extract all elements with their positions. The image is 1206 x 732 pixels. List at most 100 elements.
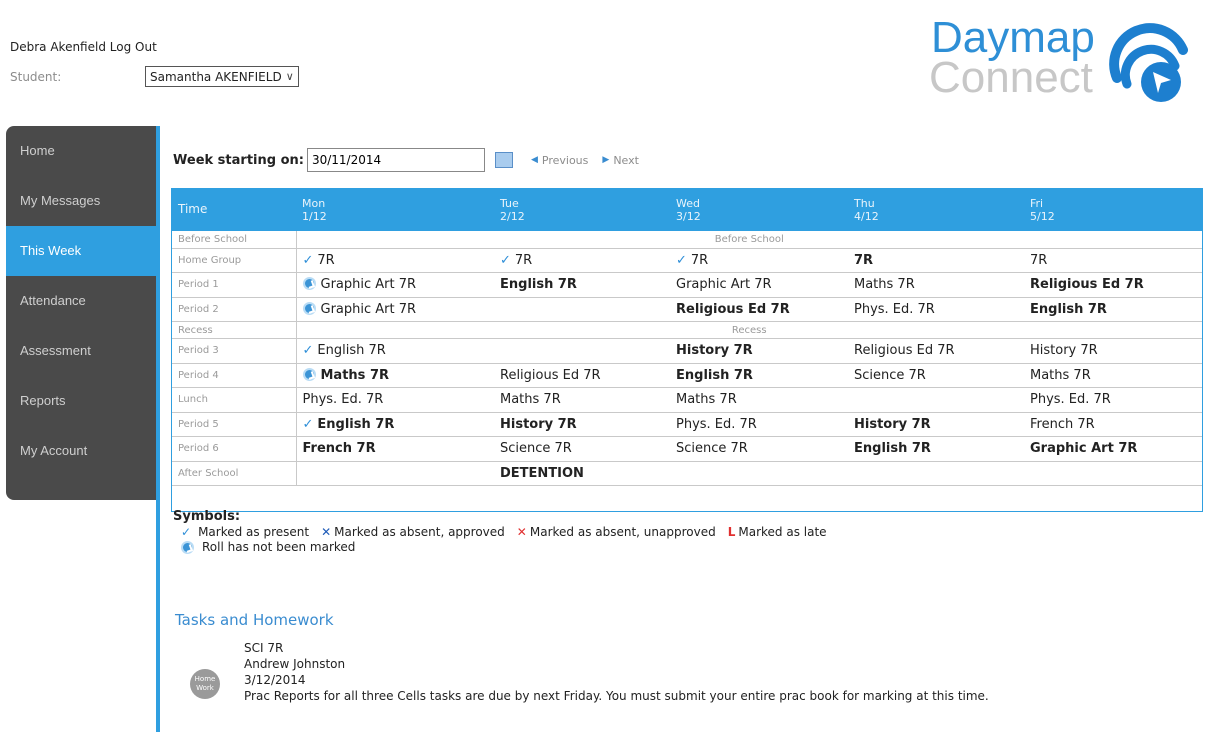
present-check-icon: ✓ bbox=[676, 252, 687, 268]
present-check-icon: ✓ bbox=[302, 252, 314, 268]
absent-unapproved-x-icon: ✕ bbox=[516, 525, 527, 539]
cell-fri[interactable]: English 7R bbox=[1024, 297, 1202, 322]
cell-fri[interactable]: 7R bbox=[1024, 248, 1202, 273]
sidebar-item-attendance[interactable]: Attendance bbox=[6, 276, 158, 326]
legend-absent-approved: ✕ Marked as absent, approved bbox=[321, 525, 505, 539]
table-row-recess: Recess Recess bbox=[172, 321, 1202, 339]
row-label: Period 6 bbox=[172, 436, 297, 462]
cell-tue[interactable]: English 7R bbox=[494, 272, 670, 298]
sidebar-item-my-account[interactable]: My Account bbox=[6, 426, 158, 476]
symbols-line-2: Roll has not been marked bbox=[181, 540, 839, 554]
roll-not-marked-icon bbox=[302, 367, 316, 381]
before-school-cell: Before School bbox=[296, 231, 1202, 249]
sidebar-item-home[interactable]: Home bbox=[6, 126, 158, 176]
symbols-legend: Symbols: ✓ Marked as present ✕ Marked as a… bbox=[173, 509, 839, 554]
cell-fri[interactable]: Phys. Ed. 7R bbox=[1024, 387, 1202, 413]
cell-mon[interactable]: ✓ English 7R bbox=[296, 338, 494, 364]
cell-mon[interactable]: ✓ English 7R bbox=[296, 412, 494, 437]
cell-wed[interactable]: Maths 7R bbox=[670, 387, 848, 413]
cell-fri[interactable]: Maths 7R bbox=[1024, 363, 1202, 388]
row-label: Home Group bbox=[172, 248, 297, 273]
table-row-home-group: Home Group ✓ 7R ✓ 7R ✓ 7R 7R 7R bbox=[172, 248, 1202, 273]
cell-wed[interactable]: Science 7R bbox=[670, 436, 848, 462]
cell-tue bbox=[494, 297, 670, 322]
arrow-right-icon: ▶ bbox=[602, 155, 610, 165]
cell-tue[interactable]: ✓ 7R bbox=[494, 248, 670, 273]
previous-week-link[interactable]: ◀ Previous bbox=[531, 154, 588, 167]
sidebar-item-reports[interactable]: Reports bbox=[6, 376, 158, 426]
task-description: Prac Reports for all three Cells tasks a… bbox=[244, 689, 989, 703]
cell-mon[interactable]: Graphic Art 7R bbox=[296, 272, 494, 298]
roll-not-marked-icon bbox=[302, 277, 316, 291]
cell-wed[interactable]: Graphic Art 7R bbox=[670, 272, 848, 298]
table-row-period-5: Period 5 ✓ English 7R History 7R Phys. Ed… bbox=[172, 412, 1202, 437]
cell-tue[interactable]: Science 7R bbox=[494, 436, 670, 462]
table-row-period-2: Period 2 Graphic Art 7R Religious Ed 7R … bbox=[172, 297, 1202, 322]
sidebar-nav: Home My Messages This Week Attendance As… bbox=[6, 126, 158, 500]
cell-thu[interactable]: 7R bbox=[848, 248, 1024, 273]
cell-fri[interactable]: French 7R bbox=[1024, 412, 1202, 437]
cell-mon[interactable]: Phys. Ed. 7R bbox=[296, 387, 494, 413]
cell-fri[interactable]: Graphic Art 7R bbox=[1024, 436, 1202, 462]
present-check-icon: ✓ bbox=[302, 416, 314, 432]
table-row-period-6: Period 6 French 7R Science 7R Science 7R… bbox=[172, 436, 1202, 462]
sidebar-item-this-week[interactable]: This Week bbox=[6, 226, 158, 276]
present-check-icon: ✓ bbox=[302, 343, 314, 359]
chevron-down-icon: ∨ bbox=[285, 70, 294, 83]
cell-fri bbox=[1024, 461, 1202, 486]
present-check-icon: ✓ bbox=[181, 525, 192, 539]
cell-tue bbox=[494, 338, 670, 364]
row-label: After School bbox=[172, 461, 297, 486]
week-date-input[interactable] bbox=[306, 148, 485, 172]
table-row-after-school: After School DETENTION bbox=[172, 461, 1202, 486]
student-select[interactable]: Samantha AKENFIELD ∨ bbox=[145, 66, 299, 87]
cell-wed[interactable]: ✓ 7R bbox=[670, 248, 848, 273]
cell-thu[interactable]: History 7R bbox=[848, 412, 1024, 437]
logo-text-connect: Connect bbox=[929, 53, 1093, 102]
header-thu: Thu 4/12 bbox=[848, 188, 1024, 231]
cell-fri[interactable]: Religious Ed 7R bbox=[1024, 272, 1202, 298]
week-selector: Week starting on: ◀ Previous ▶ Next bbox=[173, 148, 639, 172]
cell-mon[interactable]: Maths 7R bbox=[296, 363, 494, 388]
cell-tue[interactable]: DETENTION bbox=[494, 461, 670, 486]
row-label: Lunch bbox=[172, 387, 297, 413]
cell-wed[interactable]: Religious Ed 7R bbox=[670, 297, 848, 322]
symbols-line-1: ✓ Marked as present ✕ Marked as absent, ap… bbox=[181, 525, 839, 539]
task-item[interactable]: SCI 7R Andrew Johnston 3/12/2014 Prac Re… bbox=[244, 640, 989, 704]
cell-fri[interactable]: History 7R bbox=[1024, 338, 1202, 364]
logout-link[interactable]: Log Out bbox=[110, 40, 157, 54]
week-label: Week starting on: bbox=[173, 152, 304, 168]
cell-wed[interactable]: History 7R bbox=[670, 338, 848, 364]
recess-cell: Recess bbox=[296, 321, 1202, 339]
row-label: Period 1 bbox=[172, 272, 297, 298]
next-week-link[interactable]: ▶ Next bbox=[602, 154, 639, 167]
cell-thu[interactable]: Religious Ed 7R bbox=[848, 338, 1024, 364]
cell-thu[interactable]: English 7R bbox=[848, 436, 1024, 462]
student-label: Student: bbox=[10, 69, 62, 84]
content-divider bbox=[156, 126, 160, 732]
cell-thu[interactable]: Science 7R bbox=[848, 363, 1024, 388]
cell-thu[interactable]: Phys. Ed. 7R bbox=[848, 297, 1024, 322]
user-line: Debra Akenfield Log Out bbox=[10, 40, 157, 54]
cell-thu[interactable]: Maths 7R bbox=[848, 272, 1024, 298]
cell-mon[interactable]: ✓ 7R bbox=[296, 248, 494, 273]
late-l-icon: L bbox=[727, 525, 736, 539]
sidebar-item-assessment[interactable]: Assessment bbox=[6, 326, 158, 376]
cell-wed[interactable]: English 7R bbox=[670, 363, 848, 388]
cell-tue[interactable]: Maths 7R bbox=[494, 387, 670, 413]
table-row-period-4: Period 4 Maths 7R Religious Ed 7R Englis… bbox=[172, 363, 1202, 388]
daymap-connect-logo: Daymap Connect bbox=[925, 16, 1205, 108]
row-label: Recess bbox=[172, 321, 297, 339]
cell-mon[interactable]: French 7R bbox=[296, 436, 494, 462]
cell-wed[interactable]: Phys. Ed. 7R bbox=[670, 412, 848, 437]
cell-tue[interactable]: Religious Ed 7R bbox=[494, 363, 670, 388]
user-name: Debra Akenfield bbox=[10, 40, 106, 54]
cell-thu bbox=[848, 387, 1024, 413]
calendar-icon[interactable] bbox=[494, 152, 513, 168]
row-label: Before School bbox=[172, 231, 297, 249]
table-row-before-school: Before School Before School bbox=[172, 231, 1202, 249]
cell-mon[interactable]: Graphic Art 7R bbox=[296, 297, 494, 322]
cell-tue[interactable]: History 7R bbox=[494, 412, 670, 437]
sidebar-item-my-messages[interactable]: My Messages bbox=[6, 176, 158, 226]
header-wed: Wed 3/12 bbox=[670, 188, 848, 231]
